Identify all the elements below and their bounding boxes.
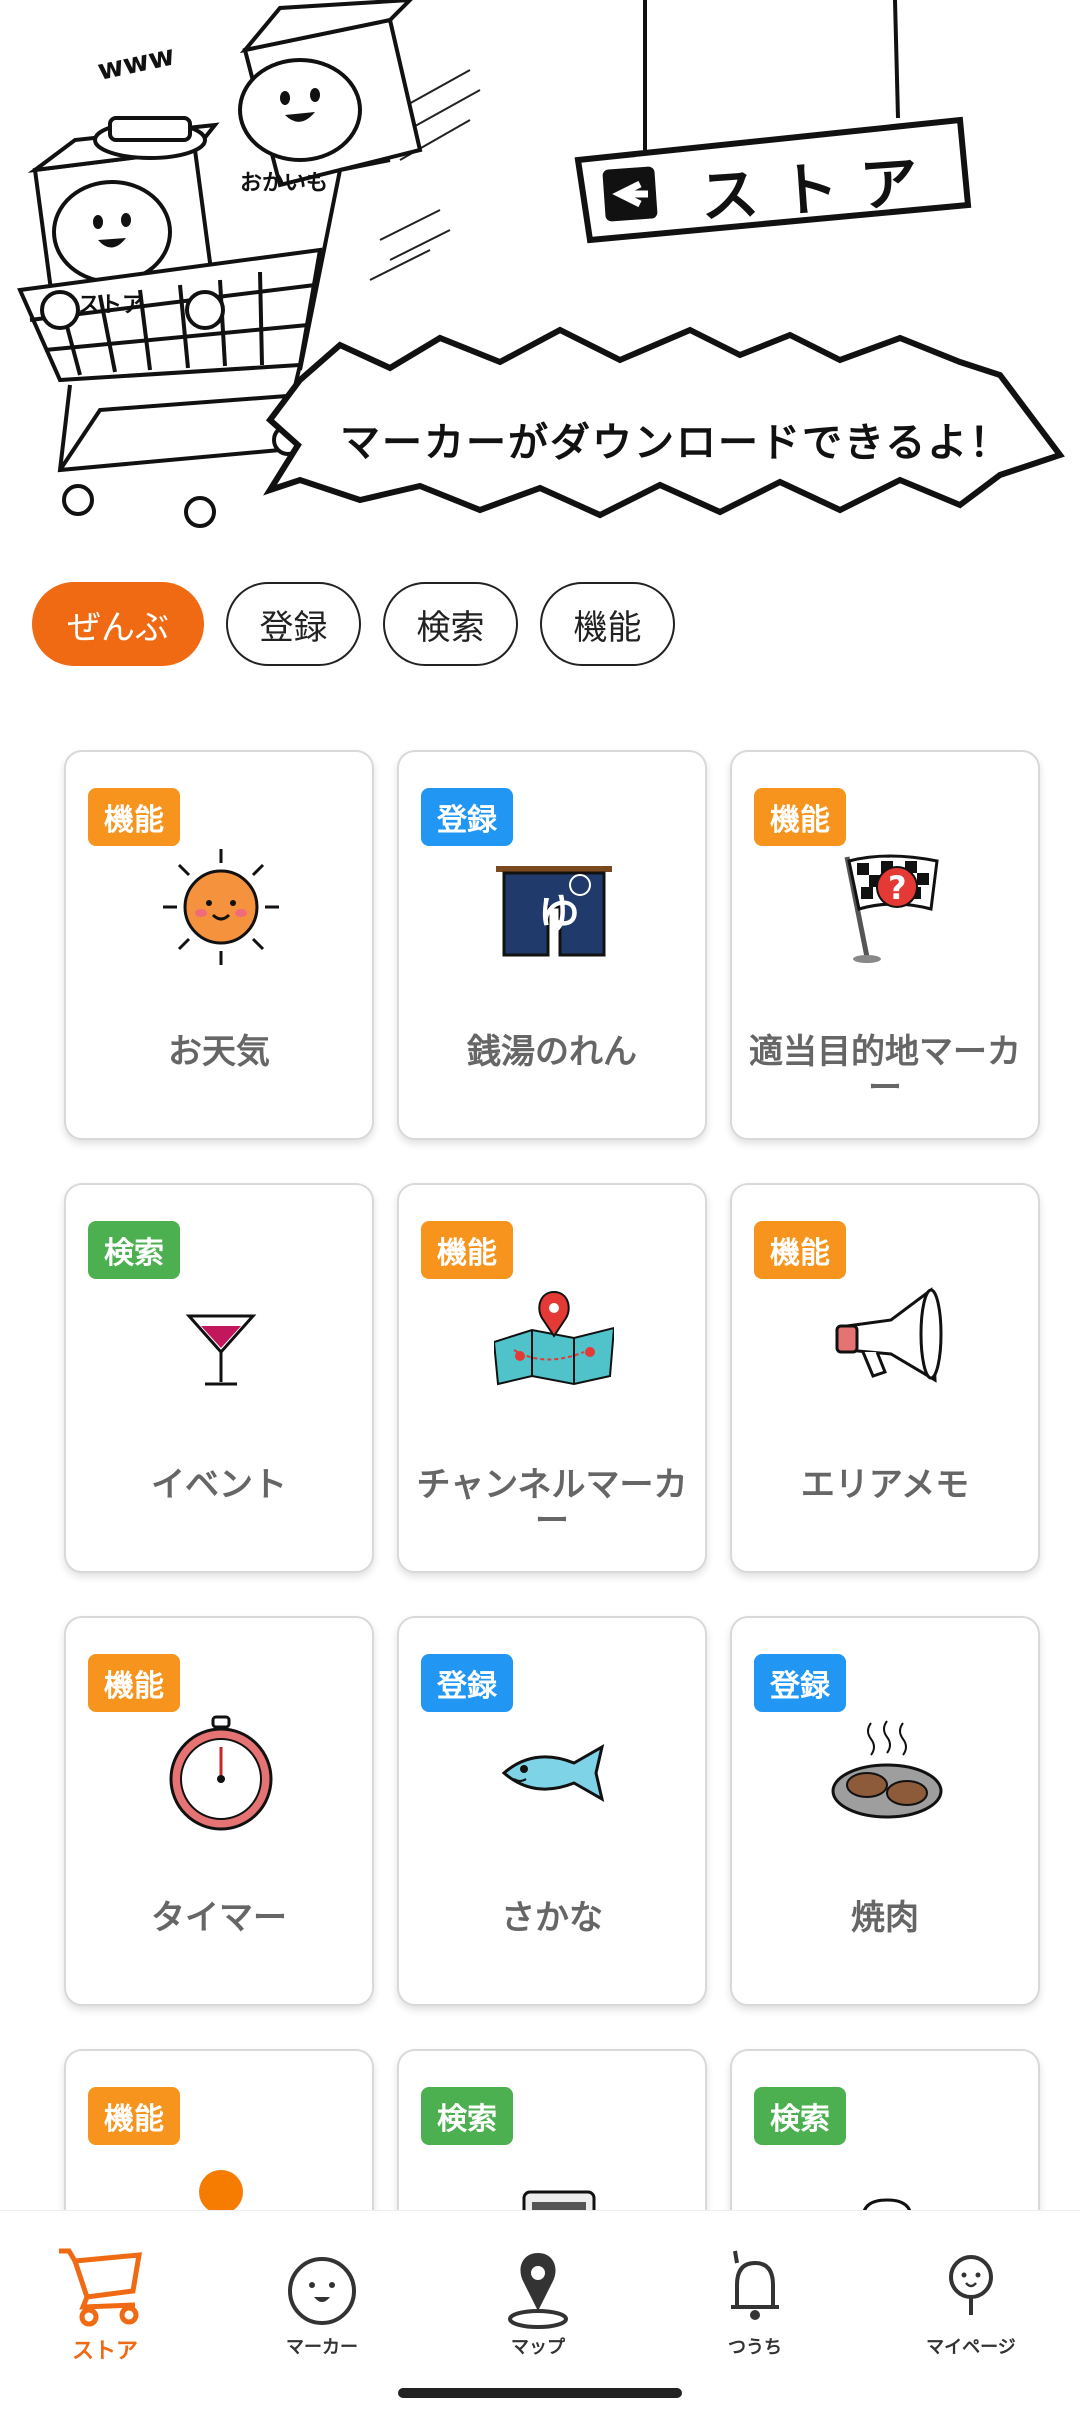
item-category-tag: 検索 bbox=[88, 1221, 180, 1279]
item-category-tag: 機能 bbox=[754, 788, 846, 846]
store-screen: おかいも ストア www ストア マーカーがダウンロードできるよ！ ぜんぶ 登録… bbox=[0, 0, 1080, 2424]
tab-map[interactable]: マップ bbox=[463, 2245, 613, 2359]
tab-label: つうち bbox=[728, 2337, 782, 2358]
svg-text:www: www bbox=[95, 38, 178, 86]
svg-text:おかいも: おかいも bbox=[240, 171, 328, 196]
cart-icon bbox=[59, 2248, 142, 2327]
map-icon bbox=[494, 1290, 614, 1386]
item-category-tag: 登録 bbox=[421, 788, 513, 846]
home-indicator[interactable] bbox=[398, 2388, 682, 2398]
filter-chip-all[interactable]: ぜんぶ bbox=[32, 582, 204, 666]
svg-text:ゆ: ゆ bbox=[538, 890, 580, 939]
tab-label: マップ bbox=[511, 2337, 565, 2358]
store-item-card[interactable]: 検索 イベント bbox=[64, 1183, 374, 1573]
store-item-card[interactable]: 機能 タイマー bbox=[64, 1616, 374, 2006]
marker-face-icon bbox=[288, 2257, 356, 2325]
store-item-card[interactable]: 登録 さかな bbox=[397, 1616, 707, 2006]
tab-mypage[interactable]: マイページ bbox=[896, 2245, 1046, 2359]
store-sign-text: ストア bbox=[698, 146, 943, 232]
store-hero-banner: おかいも ストア www ストア マーカーがダウンロードできるよ！ bbox=[0, 0, 1080, 560]
noren-icon: ゆ bbox=[496, 866, 612, 957]
item-title: チャンネルマーカー bbox=[416, 1465, 688, 1541]
tab-marker[interactable]: マーカー bbox=[247, 2245, 397, 2359]
store-item-card[interactable]: 登録 ゆ 銭湯のれん bbox=[397, 750, 707, 1140]
bell-icon bbox=[731, 2250, 779, 2320]
filter-chip-register[interactable]: 登録 bbox=[226, 582, 361, 666]
store-item-card[interactable]: 機能 エリアメモ bbox=[730, 1183, 1040, 1573]
item-category-tag: 機能 bbox=[421, 1221, 513, 1279]
item-category-tag: 機能 bbox=[88, 788, 180, 846]
shopping-cart-illustration: おかいも ストア www bbox=[17, 0, 1065, 528]
item-title: 銭湯のれん bbox=[467, 1032, 637, 1072]
fish-icon bbox=[501, 1743, 605, 1803]
mypage-icon bbox=[949, 2255, 993, 2315]
tab-label: マーカー bbox=[286, 2337, 358, 2358]
tab-label: ストア bbox=[71, 2339, 138, 2364]
store-item-card[interactable]: 機能 お天気 bbox=[64, 750, 374, 1140]
item-title: タイマー bbox=[151, 1898, 287, 1938]
item-category-tag: 機能 bbox=[88, 2087, 180, 2145]
tab-label: マイページ bbox=[926, 2337, 1016, 2358]
tab-notifications[interactable]: つうち bbox=[680, 2245, 830, 2359]
item-category-tag: 検索 bbox=[754, 2087, 846, 2145]
map-pin-icon bbox=[508, 2253, 568, 2329]
tab-store[interactable]: ストア bbox=[30, 2245, 180, 2365]
item-category-tag: 機能 bbox=[88, 1654, 180, 1712]
filter-chip-search[interactable]: 検索 bbox=[383, 582, 518, 666]
flag-icon: ? bbox=[844, 854, 939, 963]
yakiniku-icon bbox=[831, 1720, 943, 1819]
store-item-card[interactable]: 機能 チャンネルマーカー bbox=[397, 1183, 707, 1573]
item-title: イベント bbox=[151, 1465, 287, 1505]
item-title: さかな bbox=[501, 1898, 603, 1938]
banner-speech-text: マーカーがダウンロードできるよ！ bbox=[340, 420, 1012, 466]
svg-text:ストア: ストア bbox=[78, 293, 144, 318]
megaphone-icon bbox=[835, 1287, 943, 1383]
cocktail-icon bbox=[185, 1314, 257, 1386]
svg-text:?: ? bbox=[888, 869, 907, 907]
sun-icon bbox=[163, 849, 279, 965]
store-item-card[interactable]: 登録 焼肉 bbox=[730, 1616, 1040, 2006]
filter-chip-function[interactable]: 機能 bbox=[540, 582, 675, 666]
item-category-tag: 登録 bbox=[754, 1654, 846, 1712]
item-category-tag: 登録 bbox=[421, 1654, 513, 1712]
item-title: 焼肉 bbox=[851, 1898, 919, 1938]
item-category-tag: 検索 bbox=[421, 2087, 513, 2145]
item-category-tag: 機能 bbox=[754, 1221, 846, 1279]
filter-chip-bar: ぜんぶ 登録 検索 機能 bbox=[32, 582, 675, 666]
item-title: エリアメモ bbox=[800, 1465, 970, 1505]
store-item-card[interactable]: 機能 ? 適当目的地マーカー bbox=[730, 750, 1040, 1140]
item-title: 適当目的地マーカー bbox=[749, 1032, 1021, 1108]
stopwatch-icon bbox=[169, 1715, 273, 1831]
item-title: お天気 bbox=[168, 1032, 270, 1072]
